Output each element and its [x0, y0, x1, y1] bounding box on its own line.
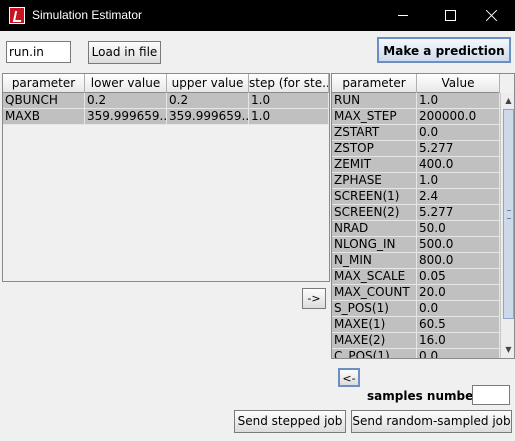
- column-header-value[interactable]: Value: [417, 74, 500, 93]
- table-row[interactable]: MAX_STEP 200000.0: [332, 109, 500, 125]
- table-row[interactable]: MAXE(1) 60.5: [332, 317, 500, 333]
- table-row[interactable]: ZSTART 0.0: [332, 125, 500, 141]
- cell-value[interactable]: 60.5: [417, 317, 500, 333]
- table-row[interactable]: MAXB 359.999659... 359.999659... 1.0: [3, 109, 329, 125]
- scroll-up-arrow-icon[interactable]: ▲: [501, 93, 514, 109]
- cell-upper-value[interactable]: 0.2: [167, 93, 249, 109]
- column-header-parameter[interactable]: parameter: [332, 74, 417, 93]
- cell-value[interactable]: 16.0: [417, 333, 500, 349]
- cell-step[interactable]: 1.0: [249, 109, 329, 125]
- scrollbar-thumb[interactable]: [503, 109, 514, 319]
- cell-parameter[interactable]: NRAD: [332, 221, 417, 237]
- minimize-icon: [398, 15, 408, 16]
- load-file-button[interactable]: Load in file: [88, 41, 161, 64]
- table-row[interactable]: NRAD 50.0: [332, 221, 500, 237]
- cell-value[interactable]: 0.0: [417, 349, 500, 358]
- cell-parameter[interactable]: RUN: [332, 93, 417, 109]
- cell-parameter[interactable]: SCREEN(2): [332, 205, 417, 221]
- maximize-button[interactable]: [427, 0, 473, 31]
- cell-value[interactable]: 20.0: [417, 285, 500, 301]
- table-body: QBUNCH 0.2 0.2 1.0 MAXB 359.999659... 35…: [3, 93, 329, 125]
- cell-value[interactable]: 5.277: [417, 141, 500, 157]
- close-button[interactable]: [469, 0, 515, 31]
- send-stepped-job-button[interactable]: Send stepped job: [234, 410, 346, 433]
- cell-value[interactable]: 1.0: [417, 93, 500, 109]
- column-header-parameter[interactable]: parameter: [3, 74, 85, 93]
- samples-number-label: samples number:: [367, 389, 484, 403]
- cell-value[interactable]: 50.0: [417, 221, 500, 237]
- move-left-button[interactable]: <-: [338, 368, 360, 387]
- cell-parameter[interactable]: MAX_STEP: [332, 109, 417, 125]
- cell-value[interactable]: 400.0: [417, 157, 500, 173]
- cell-parameter[interactable]: MAX_SCALE: [332, 269, 417, 285]
- cell-value[interactable]: 0.05: [417, 269, 500, 285]
- cell-value[interactable]: 0.0: [417, 301, 500, 317]
- cell-parameter[interactable]: ZSTOP: [332, 141, 417, 157]
- table-row[interactable]: SCREEN(2) 5.277: [332, 205, 500, 221]
- title-bar: Simulation Estimator: [0, 0, 515, 31]
- table-header: parameter lower value upper value step (…: [3, 74, 329, 93]
- cell-value[interactable]: 500.0: [417, 237, 500, 253]
- close-icon: [486, 9, 498, 21]
- table-header: parameter Value: [332, 74, 500, 93]
- cell-parameter[interactable]: MAXB: [3, 109, 85, 125]
- table-row[interactable]: S_POS(1) 0.0: [332, 301, 500, 317]
- move-right-button[interactable]: ->: [302, 288, 326, 309]
- cell-lower-value[interactable]: 0.2: [85, 93, 167, 109]
- app-logo-icon: [9, 7, 25, 24]
- table-row[interactable]: ZPHASE 1.0: [332, 173, 500, 189]
- cell-value[interactable]: 0.0: [417, 125, 500, 141]
- file-path-input[interactable]: [6, 41, 71, 63]
- table-row[interactable]: QBUNCH 0.2 0.2 1.0: [3, 93, 329, 109]
- samples-number-input[interactable]: [472, 385, 510, 405]
- cell-parameter[interactable]: S_POS(1): [332, 301, 417, 317]
- cell-value[interactable]: 2.4: [417, 189, 500, 205]
- cell-parameter[interactable]: C_POS(1): [332, 349, 417, 358]
- cell-parameter[interactable]: SCREEN(1): [332, 189, 417, 205]
- column-header-lower-value[interactable]: lower value: [85, 74, 167, 93]
- cell-parameter[interactable]: N_MIN: [332, 253, 417, 269]
- simulation-parameters-table[interactable]: parameter Value RUN 1.0 MAX_STEP 200000.0 ZS…: [331, 73, 515, 359]
- cell-parameter[interactable]: QBUNCH: [3, 93, 85, 109]
- table-row[interactable]: SCREEN(1) 2.4: [332, 189, 500, 205]
- table-body: RUN 1.0 MAX_STEP 200000.0 ZSTART 0.0 ZSTOP 5.27…: [332, 93, 500, 358]
- table-row[interactable]: C_POS(1) 0.0: [332, 349, 500, 358]
- table-row[interactable]: RUN 1.0: [332, 93, 500, 109]
- cell-lower-value[interactable]: 359.999659...: [85, 109, 167, 125]
- cell-parameter[interactable]: MAX_COUNT: [332, 285, 417, 301]
- table-row[interactable]: MAXE(2) 16.0: [332, 333, 500, 349]
- column-header-upper-value[interactable]: upper value: [167, 74, 249, 93]
- table-row[interactable]: MAX_SCALE 0.05: [332, 269, 500, 285]
- cell-parameter[interactable]: NLONG_IN: [332, 237, 417, 253]
- vertical-scrollbar[interactable]: ▲ ▼: [500, 93, 514, 358]
- table-row[interactable]: MAX_COUNT 20.0: [332, 285, 500, 301]
- cell-parameter[interactable]: ZPHASE: [332, 173, 417, 189]
- cell-upper-value[interactable]: 359.999659...: [167, 109, 249, 125]
- cell-parameter[interactable]: MAXE(1): [332, 317, 417, 333]
- maximize-icon: [445, 10, 456, 21]
- cell-parameter[interactable]: MAXE(2): [332, 333, 417, 349]
- table-row[interactable]: ZSTOP 5.277: [332, 141, 500, 157]
- sweep-parameters-table[interactable]: parameter lower value upper value step (…: [2, 73, 330, 282]
- cell-value[interactable]: 5.277: [417, 205, 500, 221]
- cell-value[interactable]: 200000.0: [417, 109, 500, 125]
- column-header-step[interactable]: step (for ste...: [249, 74, 329, 93]
- cell-step[interactable]: 1.0: [249, 93, 329, 109]
- table-row[interactable]: NLONG_IN 500.0: [332, 237, 500, 253]
- table-row[interactable]: ZEMIT 400.0: [332, 157, 500, 173]
- window-title: Simulation Estimator: [32, 8, 143, 22]
- minimize-button[interactable]: [381, 0, 427, 31]
- scroll-down-arrow-icon[interactable]: ▼: [501, 342, 514, 358]
- send-random-sampled-job-button[interactable]: Send random-sampled job: [351, 410, 512, 433]
- make-prediction-button[interactable]: Make a prediction: [377, 37, 511, 63]
- cell-parameter[interactable]: ZSTART: [332, 125, 417, 141]
- cell-value[interactable]: 800.0: [417, 253, 500, 269]
- cell-parameter[interactable]: ZEMIT: [332, 157, 417, 173]
- cell-value[interactable]: 1.0: [417, 173, 500, 189]
- table-row[interactable]: N_MIN 800.0: [332, 253, 500, 269]
